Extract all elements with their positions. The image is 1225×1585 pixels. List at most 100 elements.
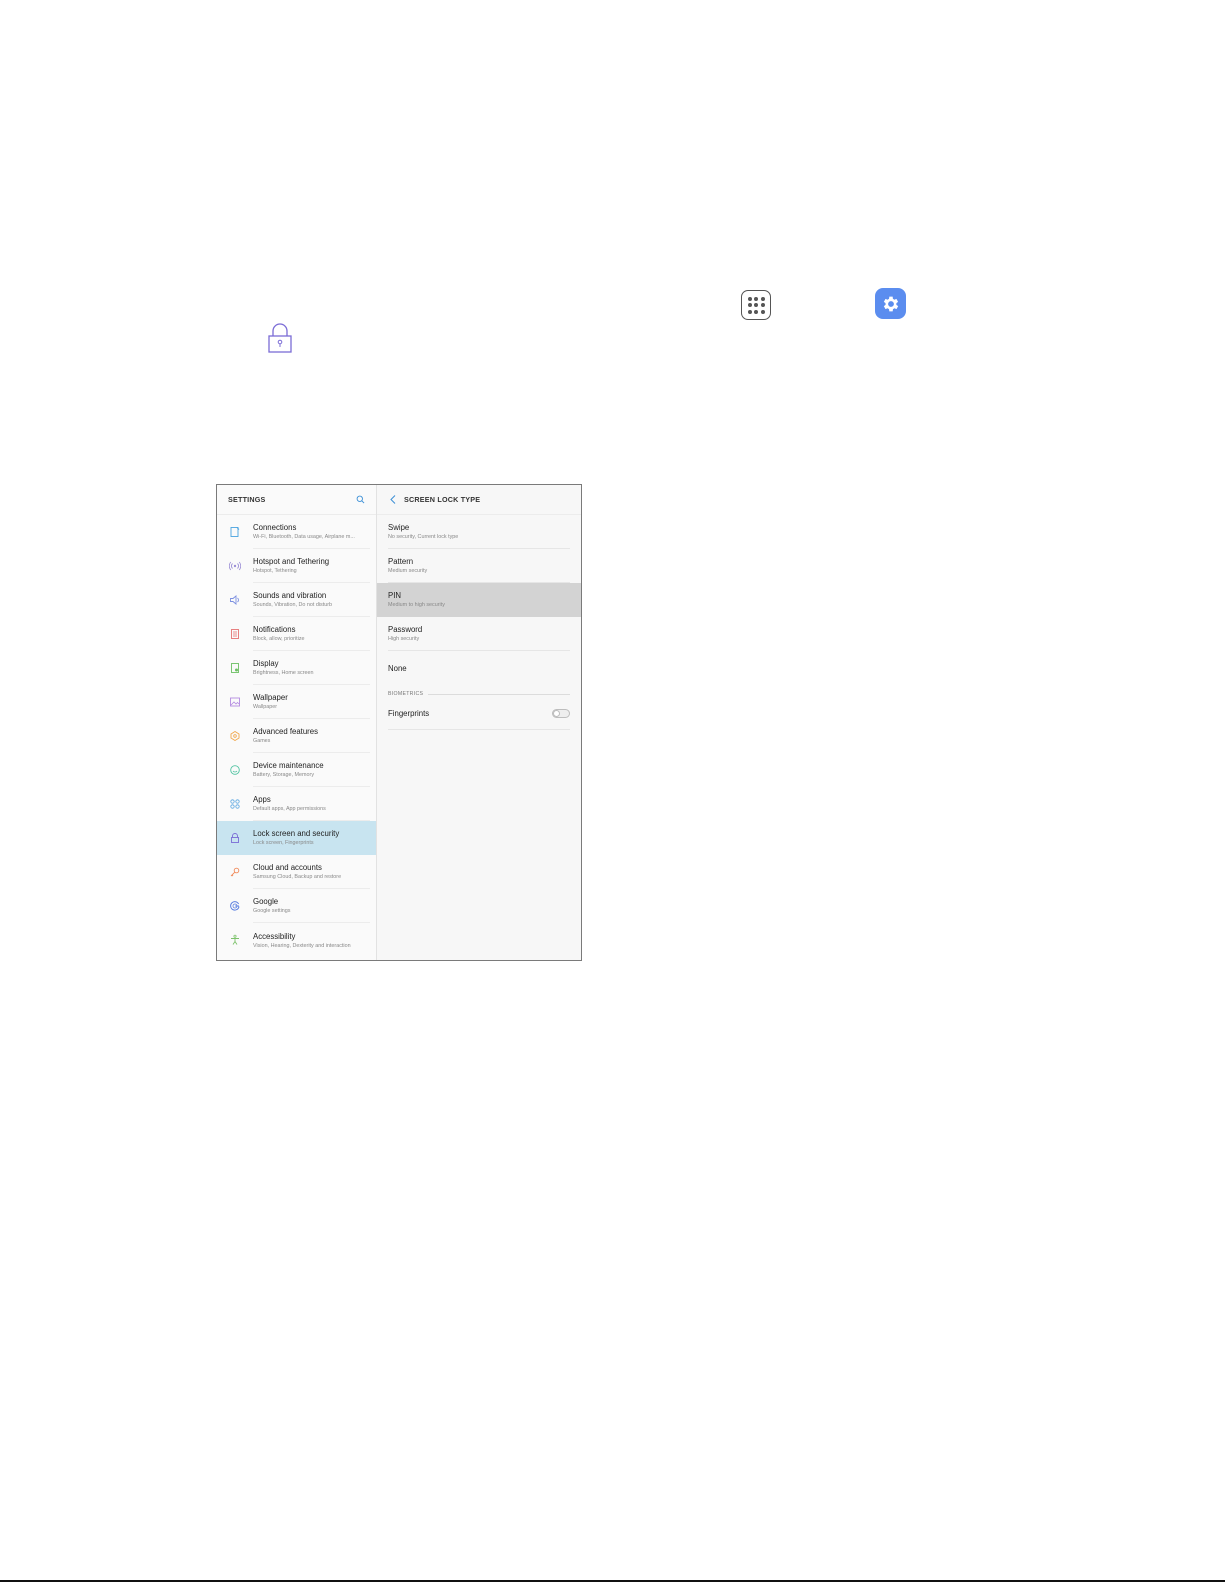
settings-item-text: Display Brightness, Home screen bbox=[253, 651, 370, 685]
screen-lock-type-pane: SCREEN LOCK TYPE Swipe No security, Curr… bbox=[377, 485, 581, 960]
section-divider bbox=[428, 693, 570, 695]
screen-lock-header: SCREEN LOCK TYPE bbox=[377, 485, 581, 515]
biometrics-label: BIOMETRICS bbox=[388, 691, 424, 697]
settings-item-label: Notifications bbox=[253, 625, 296, 634]
settings-item-label: Device maintenance bbox=[253, 761, 324, 770]
sound-icon bbox=[217, 583, 253, 617]
settings-item-sub: Block, allow, prioritize bbox=[253, 636, 305, 642]
settings-item-sub: Games bbox=[253, 738, 271, 744]
lock-option-sub: Medium security bbox=[388, 568, 428, 574]
fingerprints-toggle[interactable] bbox=[552, 708, 570, 718]
tablet-settings-screen: SETTINGS Connections Wi-Fi, Bluetooth, Da… bbox=[216, 484, 582, 961]
lock-option-swipe[interactable]: Swipe No security, Current lock type bbox=[377, 515, 581, 549]
settings-item-label: Display bbox=[253, 659, 279, 668]
lock-option-none[interactable]: None bbox=[377, 651, 581, 685]
settings-list-pane: SETTINGS Connections Wi-Fi, Bluetooth, Da… bbox=[217, 485, 377, 960]
settings-item-connections[interactable]: Connections Wi-Fi, Bluetooth, Data usage,… bbox=[217, 515, 376, 549]
settings-item-text: Notifications Block, allow, prioritize bbox=[253, 617, 370, 651]
settings-item-sub: Vision, Hearing, Dexterity and interacti… bbox=[253, 942, 351, 949]
settings-item-label: Wallpaper bbox=[253, 693, 288, 702]
settings-item-accessibility[interactable]: Accessibility Vision, Hearing, Dexterity … bbox=[217, 923, 376, 957]
settings-item-label: Advanced features bbox=[253, 727, 319, 736]
lock-option-pattern[interactable]: Pattern Medium security bbox=[377, 549, 581, 583]
settings-item-label: Sounds and vibration bbox=[253, 591, 327, 600]
connections-icon bbox=[217, 515, 253, 549]
settings-item-label: Apps bbox=[253, 795, 271, 804]
settings-item-display[interactable]: Display Brightness, Home screen bbox=[217, 651, 376, 685]
settings-item-label: Cloud and accounts bbox=[253, 863, 322, 872]
settings-item-sub: Google settings bbox=[253, 908, 291, 914]
settings-item-advanced-features[interactable]: Advanced features Games bbox=[217, 719, 376, 753]
biometrics-section-header: BIOMETRICS bbox=[377, 685, 581, 697]
fingerprints-row[interactable]: Fingerprints bbox=[377, 697, 581, 729]
settings-item-sounds-and-vibration[interactable]: Sounds and vibration Sounds, Vibration, D… bbox=[217, 583, 376, 617]
settings-item-sub: Battery, Storage, Memory bbox=[253, 772, 315, 778]
page-bottom-rule bbox=[0, 1580, 1225, 1582]
settings-item-text: Hotspot and Tethering Hotspot, Tethering bbox=[253, 549, 370, 583]
hotspot-icon bbox=[217, 549, 253, 583]
settings-list: Connections Wi-Fi, Bluetooth, Data usage,… bbox=[217, 515, 376, 957]
wallpaper-icon bbox=[217, 685, 253, 719]
settings-item-text: Cloud and accounts Samsung Cloud, Backup … bbox=[253, 855, 370, 889]
row-divider bbox=[388, 729, 570, 730]
settings-title: SETTINGS bbox=[228, 495, 266, 504]
settings-item-sub: Brightness, Home screen bbox=[253, 670, 314, 676]
settings-item-text: Advanced features Games bbox=[253, 719, 370, 753]
lock-option-label: PIN bbox=[388, 591, 401, 600]
display-icon bbox=[217, 651, 253, 685]
settings-item-text: Lock screen and security Lock screen, Fin… bbox=[253, 821, 370, 855]
settings-item-label: Accessibility bbox=[253, 931, 296, 941]
settings-item-text: Google Google settings bbox=[253, 889, 370, 923]
fingerprints-label: Fingerprints bbox=[388, 708, 430, 718]
settings-item-text: Connections Wi-Fi, Bluetooth, Data usage,… bbox=[253, 515, 370, 549]
lock-option-label: Pattern bbox=[388, 557, 414, 566]
back-arrow-icon[interactable] bbox=[388, 495, 398, 505]
lock-icon bbox=[217, 821, 253, 855]
advanced-features-icon bbox=[217, 719, 253, 753]
settings-gear-icon bbox=[875, 288, 906, 319]
lock-option-password[interactable]: Password High security bbox=[377, 617, 581, 651]
cloud-key-icon bbox=[217, 855, 253, 889]
settings-item-google[interactable]: Google Google settings bbox=[217, 889, 376, 923]
settings-item-cloud-and-accounts[interactable]: Cloud and accounts Samsung Cloud, Backup … bbox=[217, 855, 376, 889]
settings-item-sub: Default apps, App permissions bbox=[253, 806, 326, 812]
settings-item-apps[interactable]: Apps Default apps, App permissions bbox=[217, 787, 376, 821]
settings-item-sub: Lock screen, Fingerprints bbox=[253, 840, 314, 846]
settings-item-notifications[interactable]: Notifications Block, allow, prioritize bbox=[217, 617, 376, 651]
settings-item-sub: Samsung Cloud, Backup and restore bbox=[253, 874, 342, 880]
settings-item-hotspot-and-tethering[interactable]: Hotspot and Tethering Hotspot, Tethering bbox=[217, 549, 376, 583]
lock-option-sub: High security bbox=[388, 636, 420, 642]
settings-item-text: Apps Default apps, App permissions bbox=[253, 787, 370, 821]
settings-item-text: Accessibility Vision, Hearing, Dexterity … bbox=[253, 923, 370, 957]
accessibility-icon bbox=[217, 923, 253, 957]
settings-item-text: Device maintenance Battery, Storage, Memo… bbox=[253, 753, 370, 787]
settings-item-label: Hotspot and Tethering bbox=[253, 557, 330, 566]
lock-option-label: None bbox=[388, 663, 407, 673]
lock-option-label: Swipe bbox=[388, 523, 410, 532]
lock-option-sub: Medium to high security bbox=[388, 602, 445, 608]
search-icon[interactable] bbox=[355, 495, 365, 505]
settings-item-text: Wallpaper Wallpaper bbox=[253, 685, 370, 719]
settings-item-sub: Wallpaper bbox=[253, 704, 278, 710]
settings-item-sub: Hotspot, Tethering bbox=[253, 568, 297, 574]
notifications-icon bbox=[217, 617, 253, 651]
settings-item-lock-screen-and-security[interactable]: Lock screen and security Lock screen, Fin… bbox=[217, 821, 376, 855]
google-icon bbox=[217, 889, 253, 923]
lock-option-label: Password bbox=[388, 625, 423, 634]
screen-lock-title: SCREEN LOCK TYPE bbox=[404, 495, 481, 504]
toggle-knob bbox=[553, 709, 560, 717]
settings-item-label: Connections bbox=[253, 523, 297, 532]
lock-option-pin[interactable]: PIN Medium to high security bbox=[377, 583, 581, 617]
settings-item-device-maintenance[interactable]: Device maintenance Battery, Storage, Memo… bbox=[217, 753, 376, 787]
settings-item-text: Sounds and vibration Sounds, Vibration, D… bbox=[253, 583, 370, 617]
settings-item-label: Lock screen and security bbox=[253, 829, 340, 838]
device-maintenance-icon bbox=[217, 753, 253, 787]
apps-icon bbox=[217, 787, 253, 821]
settings-header: SETTINGS bbox=[217, 485, 376, 515]
settings-item-label: Google bbox=[253, 897, 279, 906]
settings-item-sub: Sounds, Vibration, Do not disturb bbox=[253, 602, 333, 608]
apps-grid-icon bbox=[741, 290, 771, 320]
lock-icon bbox=[267, 322, 293, 354]
settings-item-wallpaper[interactable]: Wallpaper Wallpaper bbox=[217, 685, 376, 719]
lock-option-sub: No security, Current lock type bbox=[388, 534, 459, 540]
